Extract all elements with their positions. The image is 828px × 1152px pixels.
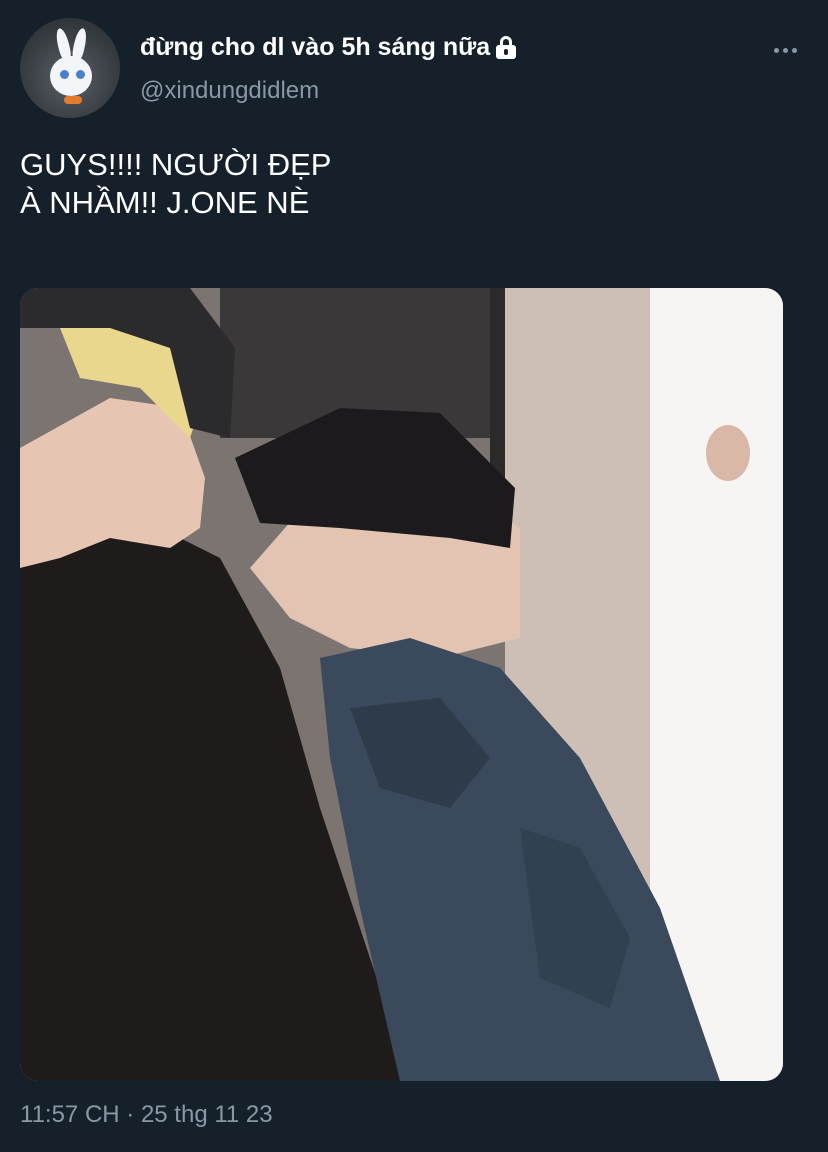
tweet-timestamp[interactable]: 11:57 CH · 25 thg 11 23 (20, 1100, 273, 1130)
author-name-row[interactable]: đừng cho dl vào 5h sáng nữa (140, 32, 517, 62)
avatar[interactable] (20, 18, 120, 118)
more-options-button[interactable] (770, 38, 800, 62)
tweet-photo[interactable] (20, 288, 783, 1081)
tweet-text-line: GUYS!!!! NGƯỜI ĐẸP (20, 147, 332, 182)
lock-icon (496, 35, 517, 59)
user-handle[interactable]: @xindungdidlem (140, 76, 319, 106)
tweet-text: GUYS!!!! NGƯỜI ĐẸP À NHẦM!! J.ONE NÈ (20, 146, 800, 222)
tweet-text-line: À NHẦM!! J.ONE NÈ (20, 185, 310, 220)
more-dot-icon (791, 47, 797, 53)
bunny-eye (76, 70, 85, 79)
carrot (64, 96, 82, 104)
more-dot-icon (782, 47, 788, 53)
bunny-eye (60, 70, 69, 79)
more-dot-icon (773, 47, 779, 53)
display-name[interactable]: đừng cho dl vào 5h sáng nữa (140, 32, 490, 62)
tweet-detail-page: đừng cho dl vào 5h sáng nữa @xindungdidl… (0, 0, 828, 1152)
bunny-head (50, 56, 92, 96)
